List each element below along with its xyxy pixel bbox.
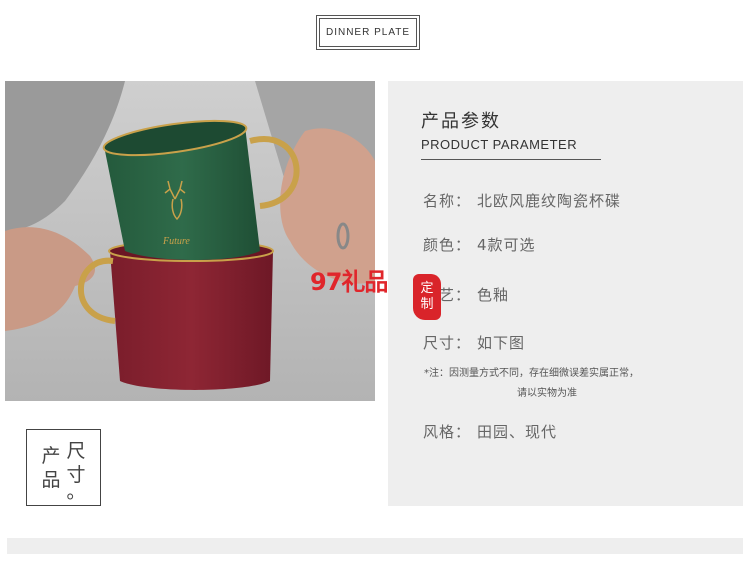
parameter-panel: 产品参数 PRODUCT PARAMETER 名称： 北欧风鹿纹陶瓷杯碟 颜色： 4… [388, 81, 743, 506]
param-label: 尺寸： [423, 334, 472, 352]
header-badge: DINNER PLATE [316, 15, 420, 50]
size-label-col-1: 产 品 [41, 444, 60, 492]
panel-subtitle: PRODUCT PARAMETER [421, 137, 578, 152]
param-name: 名称： 北欧风鹿纹陶瓷杯碟 [423, 190, 621, 211]
product-photo: Future [5, 81, 375, 401]
size-label-col-2: 尺 寸 。 [66, 439, 86, 503]
size-label-char: 品 [41, 468, 61, 491]
panel-title: 产品参数 [421, 111, 501, 132]
size-label-char: 尺 [66, 439, 86, 462]
bottom-divider-bar [7, 538, 743, 554]
seal-char: 制 [420, 297, 434, 312]
mug-illustration: Future [5, 81, 375, 401]
note-line-1: *注：因测量方式不同，存在细微误差实属正常， [424, 368, 639, 379]
param-value: 田园、现代 [477, 423, 558, 441]
param-color: 颜色： 4款可选 [423, 234, 536, 255]
size-label-char: 。 [66, 480, 86, 503]
param-value: 色釉 [477, 286, 510, 304]
panel-divider [421, 159, 601, 160]
param-value: 4款可选 [477, 236, 536, 254]
param-value: 北欧风鹿纹陶瓷杯碟 [477, 192, 622, 210]
mug-brand-text: Future [162, 236, 190, 247]
header-badge-text: DINNER PLATE [319, 18, 417, 47]
watermark-seal: 定 制 [413, 274, 441, 320]
param-value: 如下图 [477, 334, 526, 352]
seal-char: 定 [420, 281, 434, 296]
size-label-char: 产 [41, 444, 61, 467]
watermark-text: 97礼品 [310, 268, 388, 296]
note-line-2: 请以实物为准 [517, 388, 577, 399]
size-label-box: 产 品 尺 寸 。 [26, 429, 101, 506]
param-label: 风格： [423, 423, 472, 441]
param-size: 尺寸： 如下图 [423, 332, 525, 353]
param-label: 名称： [423, 192, 472, 210]
param-label: 颜色： [423, 236, 472, 254]
param-style: 风格： 田园、现代 [423, 421, 557, 442]
